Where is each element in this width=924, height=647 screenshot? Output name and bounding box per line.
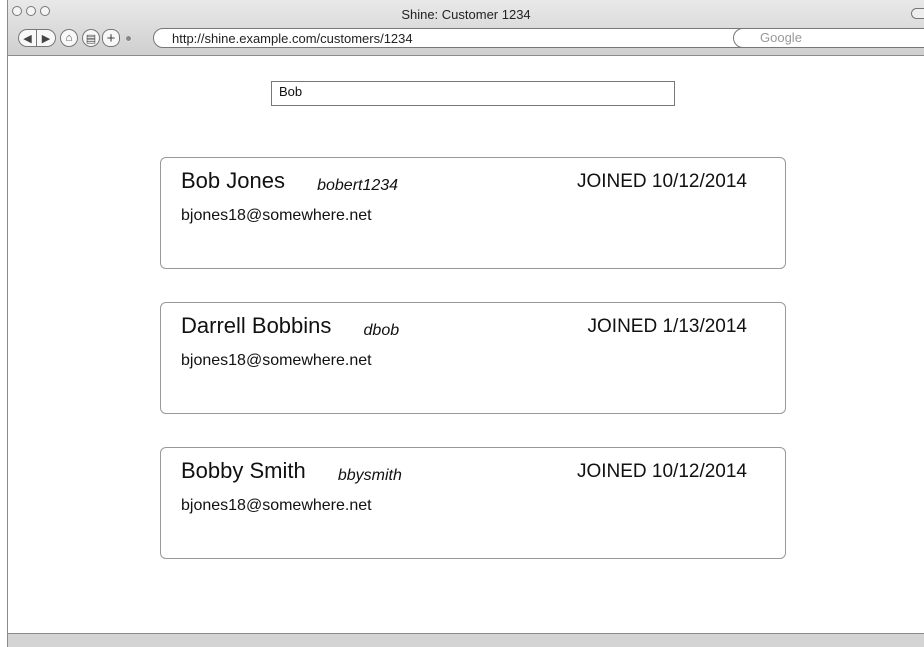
status-bar bbox=[8, 633, 924, 647]
customer-name: Bobby Smith bbox=[181, 458, 306, 483]
customer-handle: dbob bbox=[363, 322, 400, 339]
customer-name: Bob Jones bbox=[181, 168, 285, 193]
plus-icon: + bbox=[106, 29, 116, 47]
home-icon: ⌂ bbox=[65, 32, 73, 44]
browser-window: Shine: Customer 1234 ◀ ▶ ⌂ ▤ + http://sh… bbox=[7, 0, 924, 647]
home-button[interactable]: ⌂ bbox=[60, 29, 78, 47]
customer-search-input[interactable]: Bob bbox=[271, 81, 675, 106]
browser-chrome: Shine: Customer 1234 ◀ ▶ ⌂ ▤ + http://sh… bbox=[8, 0, 924, 56]
customer-email: bjones18@somewhere.net bbox=[181, 207, 372, 224]
customer-email: bjones18@somewhere.net bbox=[181, 497, 372, 514]
window-title: Shine: Customer 1234 bbox=[401, 7, 531, 22]
forward-arrow-icon: ▶ bbox=[41, 32, 51, 45]
customer-joined-date: JOINED 10/12/2014 bbox=[576, 461, 747, 482]
forward-button[interactable]: ▶ bbox=[37, 29, 56, 47]
address-bar[interactable]: http://shine.example.com/customers/1234 bbox=[153, 28, 753, 48]
customer-joined-date: JOINED 1/13/2014 bbox=[587, 316, 747, 337]
customer-name-row: Darrell Bobbins dbob bbox=[181, 313, 399, 339]
customer-name-row: Bob Jones bobert1234 bbox=[181, 168, 398, 194]
navigation-toolbar: ◀ ▶ ⌂ ▤ + bbox=[18, 28, 133, 48]
back-arrow-icon: ◀ bbox=[23, 32, 32, 45]
customer-card[interactable]: Bob Jones bobert1234 JOINED 10/12/2014 b… bbox=[160, 157, 786, 269]
add-bookmark-button[interactable]: + bbox=[102, 29, 120, 47]
customer-card[interactable]: Darrell Bobbins dbob JOINED 1/13/2014 bj… bbox=[160, 302, 786, 414]
back-button[interactable]: ◀ bbox=[18, 29, 37, 47]
customer-handle: bbysmith bbox=[337, 467, 402, 484]
print-button[interactable]: ▤ bbox=[82, 29, 100, 47]
url-text: http://shine.example.com/customers/1234 bbox=[172, 31, 413, 46]
customer-name: Darrell Bobbins bbox=[181, 313, 332, 338]
customer-email: bjones18@somewhere.net bbox=[181, 352, 372, 369]
toolbar-toggle-button[interactable] bbox=[911, 8, 924, 19]
customer-name-row: Bobby Smith bbysmith bbox=[181, 458, 402, 484]
customer-card[interactable]: Bobby Smith bbysmith JOINED 10/12/2014 b… bbox=[160, 447, 786, 559]
web-search-field[interactable]: Google bbox=[733, 28, 924, 48]
customer-joined-date: JOINED 10/12/2014 bbox=[576, 171, 747, 192]
customer-handle: bobert1234 bbox=[317, 177, 399, 194]
printer-icon: ▤ bbox=[85, 32, 97, 45]
site-icon bbox=[124, 33, 133, 43]
